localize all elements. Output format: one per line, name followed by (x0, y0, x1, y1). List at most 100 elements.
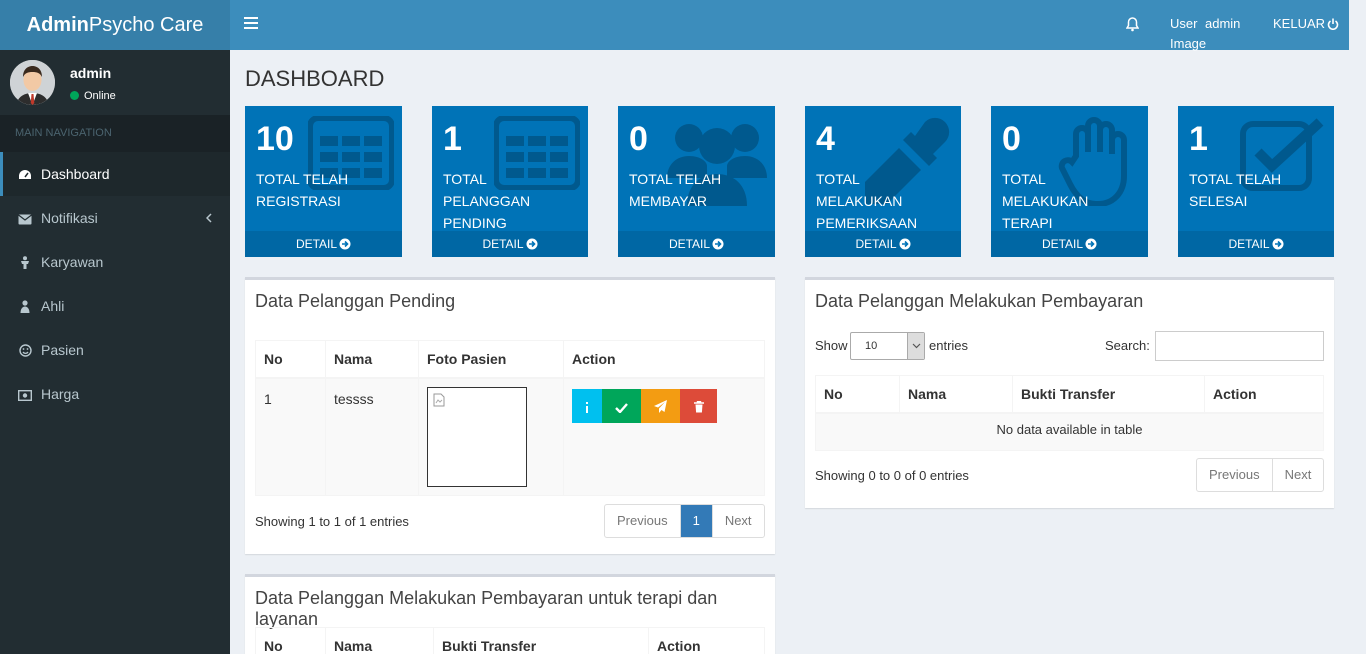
search-label: Search: (1105, 338, 1150, 353)
column-header[interactable]: Nama (325, 627, 434, 654)
sidebar: admin Online MAIN NAVIGATION Dashboard N… (0, 50, 230, 654)
column-header[interactable]: Action (563, 340, 765, 379)
next-button[interactable]: Next (1273, 459, 1324, 491)
money-icon (17, 374, 33, 418)
user-image[interactable]: User Image (1170, 14, 1210, 54)
therapy-table: No Nama Bukti Transfer Action (255, 627, 765, 654)
stat-value: 1 (1189, 120, 1208, 158)
stat-label: TOTAL TELAH MEMBAYAR (629, 171, 722, 209)
envelope-icon (18, 198, 32, 242)
stat-box-membayar: 0 TOTAL TELAH MEMBAYAR DETAIL (618, 106, 775, 257)
logout-button[interactable]: KELUAR (1273, 16, 1339, 31)
column-header[interactable]: No (255, 627, 326, 654)
column-header[interactable]: Foto Pasien (418, 340, 564, 379)
info-icon (586, 401, 588, 413)
column-header[interactable]: Action (1204, 375, 1324, 414)
previous-button[interactable]: Previous (605, 505, 681, 537)
column-header[interactable]: No (255, 340, 326, 379)
check-icon (615, 402, 628, 414)
table-row: 1 tessss (255, 377, 765, 496)
info-button[interactable] (572, 388, 602, 423)
arrow-circle-right-icon (526, 238, 538, 250)
patient-photo[interactable] (427, 386, 527, 487)
sidebar-user-name: admin (70, 65, 112, 81)
entries-label: entries (929, 338, 969, 353)
payment-box: Data Pelanggan Melakukan Pembayaran Show… (805, 277, 1334, 508)
search-input[interactable] (1155, 331, 1324, 361)
sidebar-item-ahli[interactable]: Ahli (0, 284, 230, 328)
column-header[interactable]: Bukti Transfer (433, 627, 649, 654)
sidebar-item-harga[interactable]: Harga (0, 372, 230, 416)
detail-link[interactable]: DETAIL (432, 231, 588, 257)
pagination: Previous 1 Next (604, 504, 765, 538)
detail-link[interactable]: DETAIL (618, 231, 775, 257)
sidebar-item-karyawan[interactable]: Karyawan (0, 240, 230, 284)
entries-select[interactable]: 10 (850, 332, 925, 360)
therapy-title: Data Pelanggan Melakukan Pembayaran untu… (255, 588, 718, 629)
arrow-circle-right-icon (899, 238, 911, 250)
menu-toggle-icon[interactable] (244, 17, 258, 33)
detail-link[interactable]: DETAIL (991, 231, 1148, 257)
column-header[interactable]: No (815, 375, 900, 414)
column-header[interactable]: Action (648, 627, 765, 654)
stat-value: 0 (629, 120, 648, 158)
column-header[interactable]: Nama (325, 340, 419, 379)
stat-box-terapi: 0 TOTAL MELAKUKAN TERAPI DETAIL (991, 106, 1148, 257)
bell-icon[interactable] (1125, 17, 1140, 35)
stat-label: TOTAL MELAKUKAN TERAPI (1002, 171, 1089, 231)
dashboard-icon (18, 154, 32, 198)
pending-box: Data Pelanggan Pending No Nama Foto Pasi… (245, 277, 775, 554)
power-icon (1327, 18, 1339, 30)
previous-button[interactable]: Previous (1197, 459, 1273, 491)
stat-box-pending: 1 TOTAL PELANGGAN PENDING DETAIL (432, 106, 588, 257)
payment-title: Data Pelanggan Melakukan Pembayaran (815, 291, 1144, 311)
stat-label: TOTAL PELANGGAN PENDING (443, 171, 531, 231)
chevron-down-icon (907, 333, 924, 359)
stat-box-pemeriksaan: 4 TOTAL MELAKUKAN PEMERIKSAAN DETAIL (805, 106, 961, 257)
stat-label: TOTAL TELAH REGISTRASI (256, 171, 349, 209)
stat-value: 1 (443, 120, 462, 158)
payment-table: No Nama Bukti Transfer Action No data av… (815, 375, 1324, 451)
arrow-circle-right-icon (1272, 238, 1284, 250)
stat-value: 10 (256, 120, 294, 158)
trash-icon (693, 400, 704, 412)
chevron-left-icon (205, 196, 212, 240)
cell-no: 1 (255, 377, 326, 496)
pending-table: No Nama Foto Pasien Action 1 tessss (255, 340, 765, 496)
stat-box-selesai: 1 TOTAL TELAH SELESAI DETAIL (1178, 106, 1334, 257)
broken-image-icon (433, 393, 445, 406)
show-label: Show (815, 338, 848, 353)
sidebar-item-dashboard[interactable]: Dashboard (0, 152, 230, 196)
navbar-user-name[interactable]: admin (1205, 16, 1240, 31)
sidebar-item-pasien[interactable]: Pasien (0, 328, 230, 372)
user-icon (18, 242, 32, 286)
brand-logo[interactable]: AdminPsycho Care (0, 0, 230, 50)
user-status[interactable]: Online (70, 90, 116, 102)
delete-button[interactable] (680, 388, 717, 423)
empty-message: No data available in table (815, 412, 1324, 451)
sidebar-item-notifikasi[interactable]: Notifikasi (0, 196, 230, 240)
column-header[interactable]: Bukti Transfer (1012, 375, 1205, 414)
avatar (10, 60, 55, 105)
nav-header: MAIN NAVIGATION (0, 115, 230, 152)
table-info: Showing 0 to 0 of 0 entries (815, 468, 969, 483)
table-info: Showing 1 to 1 of 1 entries (255, 514, 409, 529)
arrow-circle-right-icon (1085, 238, 1097, 250)
next-button[interactable]: Next (713, 505, 764, 537)
approve-button[interactable] (602, 388, 641, 423)
send-button[interactable] (641, 388, 680, 423)
detail-link[interactable]: DETAIL (805, 231, 961, 257)
detail-link[interactable]: DETAIL (1178, 231, 1334, 257)
column-header[interactable]: Nama (899, 375, 1013, 414)
arrow-circle-right-icon (712, 238, 724, 250)
user-panel: admin Online (0, 50, 230, 115)
stat-label: TOTAL MELAKUKAN PEMERIKSAAN (816, 171, 918, 231)
arrow-circle-right-icon (339, 238, 351, 250)
page-1-button[interactable]: 1 (680, 505, 713, 537)
pending-title: Data Pelanggan Pending (255, 291, 456, 311)
stat-value: 4 (816, 120, 835, 158)
paper-plane-icon (653, 399, 667, 413)
stat-value: 0 (1002, 120, 1021, 158)
detail-link[interactable]: DETAIL (245, 231, 402, 257)
table-row: No data available in table (815, 412, 1324, 451)
